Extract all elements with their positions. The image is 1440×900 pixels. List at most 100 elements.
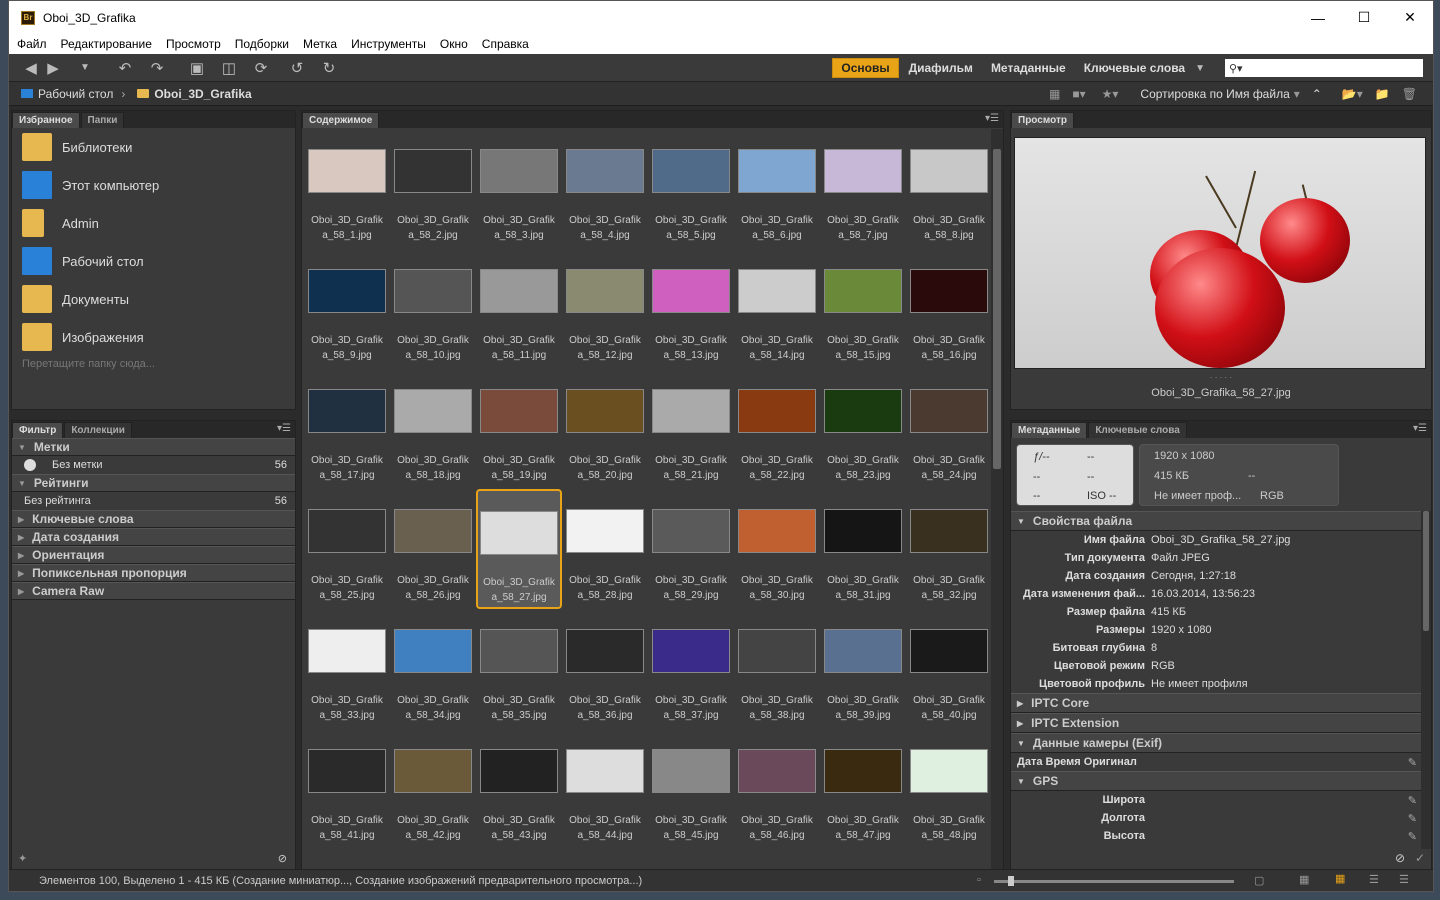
thumbnail-item[interactable]: Oboi_3D_Grafik a_58_39.jpg <box>820 609 906 729</box>
thumbnail-image[interactable] <box>652 629 730 673</box>
filter-group-date-created[interactable]: ▶ Дата создания <box>12 528 295 546</box>
panel-menu-icon[interactable]: ▾☰ <box>1413 423 1427 434</box>
tab-filter[interactable]: Фильтр <box>12 422 64 438</box>
edit-pencil-icon[interactable]: ✎ <box>1408 830 1417 843</box>
filter-group-orientation[interactable]: ▶ Ориентация <box>12 546 295 564</box>
filter-group-camera-raw[interactable]: ▶ Camera Raw <box>12 582 295 600</box>
thumbnail-item[interactable]: Oboi_3D_Grafik a_58_8.jpg <box>906 129 992 249</box>
zoom-in-icon[interactable]: ▢ <box>1254 874 1264 887</box>
section-gps[interactable]: ▼ GPS <box>1011 771 1421 791</box>
thumbnail-image[interactable] <box>910 149 988 193</box>
new-folder-icon[interactable]: 📁 <box>1375 87 1390 101</box>
thumbnail-item[interactable]: Oboi_3D_Grafik a_58_19.jpg <box>476 369 562 489</box>
thumbnail-item[interactable]: Oboi_3D_Grafik a_58_15.jpg <box>820 249 906 369</box>
thumbnail-item[interactable]: Oboi_3D_Grafik a_58_16.jpg <box>906 249 992 369</box>
thumbnail-item[interactable]: Oboi_3D_Grafik a_58_22.jpg <box>734 369 820 489</box>
thumbnail-item[interactable]: Oboi_3D_Grafik a_58_35.jpg <box>476 609 562 729</box>
thumbnail-item[interactable]: Oboi_3D_Grafik a_58_13.jpg <box>648 249 734 369</box>
clear-filter-icon[interactable]: ⊘ <box>278 852 287 865</box>
thumbnail-image[interactable] <box>308 509 386 553</box>
panel-menu-icon[interactable]: ▾☰ <box>277 423 291 434</box>
thumbnail-image[interactable] <box>566 149 644 193</box>
open-recent-icon[interactable]: 📂▾ <box>1342 87 1363 101</box>
filter-group-ratings[interactable]: ▼ Рейтинги <box>12 474 295 492</box>
no-entry-icon[interactable]: ⊘ <box>1395 851 1405 865</box>
menu-help[interactable]: Справка <box>482 37 529 51</box>
thumbnail-image[interactable] <box>738 389 816 433</box>
thumbnail-item[interactable]: Oboi_3D_Grafik a_58_21.jpg <box>648 369 734 489</box>
tab-content[interactable]: Содержимое <box>302 112 380 128</box>
minimize-button[interactable]: — <box>1295 1 1341 34</box>
thumbnail-item[interactable]: Oboi_3D_Grafik a_58_18.jpg <box>390 369 476 489</box>
sort-dropdown-icon[interactable]: ▾ <box>1294 87 1300 101</box>
sort-ascending-icon[interactable]: ⌃ <box>1312 87 1322 101</box>
thumbnail-item[interactable]: Oboi_3D_Grafik a_58_36.jpg <box>562 609 648 729</box>
thumbnail-image[interactable] <box>910 629 988 673</box>
camera-icon[interactable]: ▣ <box>187 59 207 77</box>
thumbnail-image[interactable] <box>738 269 816 313</box>
thumbnail-item[interactable]: Oboi_3D_Grafik a_58_33.jpg <box>304 609 390 729</box>
thumbnail-item[interactable]: Oboi_3D_Grafik a_58_26.jpg <box>390 489 476 609</box>
thumbnail-item[interactable]: Oboi_3D_Grafik a_58_40.jpg <box>906 609 992 729</box>
thumbnail-image[interactable] <box>480 269 558 313</box>
thumbnail-image[interactable] <box>652 389 730 433</box>
workspace-filmstrip[interactable]: Диафильм <box>901 59 981 77</box>
section-exif[interactable]: ▼ Данные камеры (Exif) <box>1011 733 1421 753</box>
thumbnail-image[interactable] <box>566 269 644 313</box>
thumbnail-image[interactable] <box>738 749 816 793</box>
menu-file[interactable]: Файл <box>17 37 47 51</box>
search-input[interactable]: ⚲▾ <box>1225 59 1423 77</box>
thumbnail-item[interactable]: Oboi_3D_Grafik a_58_25.jpg <box>304 489 390 609</box>
thumbnail-item[interactable]: Oboi_3D_Grafik a_58_32.jpg <box>906 489 992 609</box>
thumbnail-item[interactable]: Oboi_3D_Grafik a_58_42.jpg <box>390 729 476 849</box>
thumbnail-item[interactable]: Oboi_3D_Grafik a_58_31.jpg <box>820 489 906 609</box>
thumbnail-item[interactable]: Oboi_3D_Grafik a_58_11.jpg <box>476 249 562 369</box>
thumbnail-item[interactable]: Oboi_3D_Grafik a_58_24.jpg <box>906 369 992 489</box>
details-view-icon[interactable]: ☰ <box>1369 873 1379 886</box>
thumbnail-image[interactable] <box>394 269 472 313</box>
tab-folders[interactable]: Папки <box>80 112 125 128</box>
thumbnail-image[interactable] <box>308 149 386 193</box>
edit-pencil-icon[interactable]: ✎ <box>1408 756 1417 769</box>
sort-dropdown[interactable]: Сортировка по Имя файла <box>1140 87 1289 101</box>
thumbnail-item[interactable]: Oboi_3D_Grafik a_58_37.jpg <box>648 609 734 729</box>
thumbnail-item[interactable]: Oboi_3D_Grafik a_58_41.jpg <box>304 729 390 849</box>
thumbnail-image[interactable] <box>394 149 472 193</box>
menu-window[interactable]: Окно <box>440 37 468 51</box>
workspace-essentials[interactable]: Основы <box>832 58 899 78</box>
thumbnail-item[interactable]: Oboi_3D_Grafik a_58_28.jpg <box>562 489 648 609</box>
thumbnail-item[interactable]: Oboi_3D_Grafik a_58_9.jpg <box>304 249 390 369</box>
favorite-item-computer[interactable]: Этот компьютер <box>12 166 295 204</box>
thumbnail-image[interactable] <box>652 749 730 793</box>
thumbnail-item[interactable]: Oboi_3D_Grafik a_58_14.jpg <box>734 249 820 369</box>
rotate-right-icon[interactable]: ↻ <box>319 59 339 77</box>
thumbnail-quality-icon[interactable]: ▦ <box>1049 87 1060 101</box>
workspace-dropdown-icon[interactable]: ▼ <box>1195 63 1205 74</box>
thumbnail-image[interactable] <box>480 749 558 793</box>
edit-pencil-icon[interactable]: ✎ <box>1408 812 1417 825</box>
thumbnail-image[interactable] <box>652 269 730 313</box>
thumbnail-image[interactable] <box>480 511 558 555</box>
tab-metadata[interactable]: Метаданные <box>1011 422 1088 438</box>
thumbnail-image[interactable] <box>738 629 816 673</box>
filter-item-no-rating[interactable]: Без рейтинга 56 <box>12 492 295 510</box>
filter-item-no-label[interactable]: Без метки 56 <box>12 456 295 474</box>
refine-icon[interactable]: ◫ <box>219 59 239 77</box>
metadata-scrollbar[interactable] <box>1421 511 1431 849</box>
preview-image[interactable] <box>1014 137 1426 369</box>
menu-view[interactable]: Просмотр <box>166 37 221 51</box>
thumbnail-item[interactable]: Oboi_3D_Grafik a_58_30.jpg <box>734 489 820 609</box>
thumbnail-image[interactable] <box>394 749 472 793</box>
thumbnail-image[interactable] <box>738 509 816 553</box>
apply-check-icon[interactable]: ✓ <box>1415 851 1425 865</box>
forward-icon[interactable]: ▶ <box>43 59 63 77</box>
thumbnail-image[interactable] <box>652 149 730 193</box>
thumbnail-image[interactable] <box>394 509 472 553</box>
recent-dropdown-icon[interactable]: ▼ <box>75 62 95 73</box>
rotate-left-icon[interactable]: ↺ <box>287 59 307 77</box>
tab-preview[interactable]: Просмотр <box>1011 112 1074 128</box>
section-iptc-extension[interactable]: ▶ IPTC Extension <box>1011 713 1421 733</box>
section-file-properties[interactable]: ▼ Свойства файла <box>1011 511 1421 531</box>
thumbnail-image[interactable] <box>824 149 902 193</box>
favorite-item-images[interactable]: Изображения <box>12 318 295 356</box>
